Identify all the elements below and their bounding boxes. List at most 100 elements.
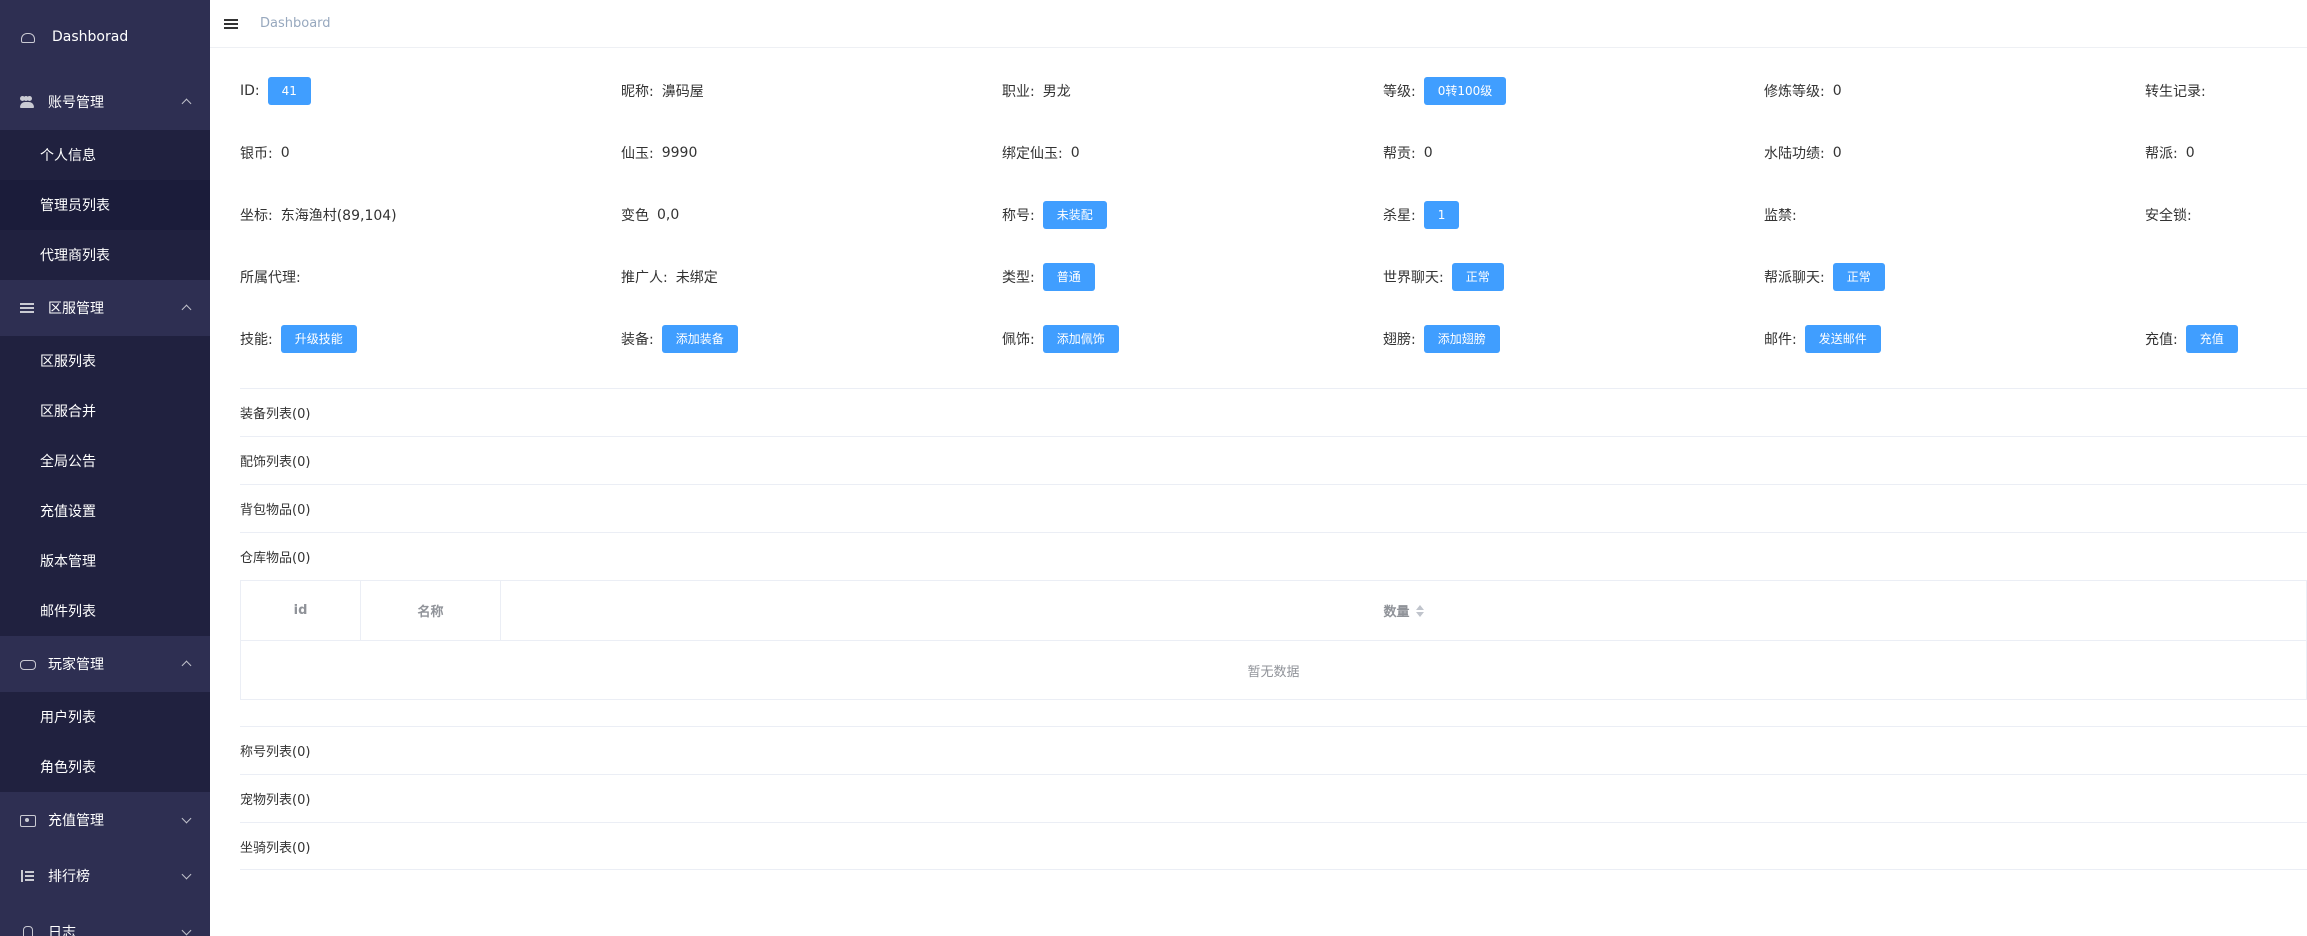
id-badge[interactable]: 41: [267, 77, 311, 105]
section-mount-list[interactable]: 坐骑列表(0): [240, 822, 2307, 870]
breadcrumb[interactable]: Dashboard: [260, 16, 331, 31]
info-mail: 邮件: 发送邮件: [1764, 325, 2145, 353]
info-value: 0: [1832, 83, 1842, 99]
level-button[interactable]: 0转100级: [1423, 77, 1507, 105]
item-sections: 装备列表(0) 配饰列表(0) 背包物品(0) 仓库物品(0) id 名称 数量…: [240, 388, 2307, 870]
info-label: 所属代理:: [240, 270, 301, 286]
sidebar-item-version[interactable]: 版本管理: [0, 536, 210, 586]
sidebar-item-server-merge[interactable]: 区服合并: [0, 386, 210, 436]
info-level: 等级: 0转100级: [1383, 77, 1764, 105]
section-accessory-list[interactable]: 配饰列表(0): [240, 436, 2307, 484]
info-value: 0: [1070, 145, 1080, 161]
sidebar-item-mail-list[interactable]: 邮件列表: [0, 586, 210, 636]
sidebar-item-label: 充值设置: [40, 504, 96, 520]
info-title: 称号: 未装配: [1002, 201, 1383, 229]
info-recharge: 充值: 充值: [2145, 325, 2307, 353]
sidebar-item-role-list[interactable]: 角色列表: [0, 742, 210, 792]
sidebar-item-profile[interactable]: 个人信息: [0, 130, 210, 180]
sidebar-item-user-list[interactable]: 用户列表: [0, 692, 210, 742]
info-label: 水陆功绩:: [1764, 146, 1825, 162]
info-id: ID: 41: [240, 77, 621, 105]
section-pet-list[interactable]: 宠物列表(0): [240, 774, 2307, 822]
info-silver: 银币: 0: [240, 143, 621, 163]
sidebar-submenu-server: 区服列表 区服合并 全局公告 充值设置 版本管理 邮件列表: [0, 336, 210, 636]
info-agent: 所属代理:: [240, 267, 621, 287]
add-wing-button[interactable]: 添加翅膀: [1423, 325, 1500, 353]
section-warehouse-items[interactable]: 仓库物品(0): [240, 532, 2307, 580]
info-label: 装备:: [621, 332, 654, 348]
topbar: Dashboard: [210, 0, 2307, 48]
recharge-button[interactable]: 充值: [2185, 325, 2238, 353]
sidebar-item-agent-list[interactable]: 代理商列表: [0, 230, 210, 280]
chevron-up-icon: [182, 303, 192, 313]
sidebar-group-label: 日志: [48, 925, 76, 936]
world-chat-button[interactable]: 正常: [1451, 263, 1504, 291]
info-label: 类型:: [1002, 270, 1035, 286]
money-icon: [20, 813, 36, 827]
column-header-quantity[interactable]: 数量: [501, 581, 2306, 640]
kill-star-button[interactable]: 1: [1423, 201, 1460, 229]
info-row: 技能: 升级技能 装备: 添加装备 佩饰: 添加佩饰 翅膀: 添加翅膀 邮件:: [240, 308, 2307, 370]
sidebar-group-player[interactable]: 玩家管理: [0, 636, 210, 692]
add-accessory-button[interactable]: 添加佩饰: [1042, 325, 1119, 353]
info-nickname: 昵称: 濞码屋: [621, 81, 1002, 101]
info-faction-chat: 帮派聊天: 正常: [1764, 263, 2145, 291]
sidebar-submenu-player: 用户列表 角色列表: [0, 692, 210, 792]
sidebar-group-label: 账号管理: [48, 95, 104, 111]
chevron-down-icon: [182, 871, 192, 881]
chevron-down-icon: [182, 815, 192, 825]
info-label: 充值:: [2145, 332, 2178, 348]
info-skill: 技能: 升级技能: [240, 325, 621, 353]
section-bag-items[interactable]: 背包物品(0): [240, 484, 2307, 532]
sidebar-item-label: 全局公告: [40, 454, 96, 470]
info-wing: 翅膀: 添加翅膀: [1383, 325, 1764, 353]
section-title-list[interactable]: 称号列表(0): [240, 726, 2307, 774]
info-label: 邮件:: [1764, 332, 1797, 348]
sidebar-group-recharge[interactable]: 充值管理: [0, 792, 210, 848]
info-value: 濞码屋: [661, 84, 704, 100]
info-label: 称号:: [1002, 208, 1035, 224]
title-button[interactable]: 未装配: [1042, 201, 1107, 229]
info-value: 0: [1423, 145, 1433, 161]
faction-chat-button[interactable]: 正常: [1832, 263, 1885, 291]
info-label: 变色: [621, 208, 649, 224]
table-header: id 名称 数量: [241, 581, 2306, 641]
sidebar: Dashborad 账号管理 个人信息 管理员列表 代理商列表 区服管理 区服列…: [0, 0, 210, 936]
sidebar-group-rank[interactable]: 排行榜: [0, 848, 210, 904]
sort-icon[interactable]: [1415, 604, 1424, 617]
info-label: 银币:: [240, 146, 273, 162]
sidebar-item-server-list[interactable]: 区服列表: [0, 336, 210, 386]
info-reborn: 转生记录:: [2145, 81, 2307, 101]
info-label: 昵称:: [621, 84, 654, 100]
sidebar-item-label: 个人信息: [40, 148, 96, 164]
section-equip-list[interactable]: 装备列表(0): [240, 388, 2307, 436]
sidebar-group-log[interactable]: 日志: [0, 904, 210, 936]
sidebar-item-dashboard[interactable]: Dashborad: [0, 0, 210, 74]
info-label: 仙玉:: [621, 146, 654, 162]
sidebar-item-global-notice[interactable]: 全局公告: [0, 436, 210, 486]
hamburger-icon[interactable]: [224, 18, 238, 30]
app-root: Dashborad 账号管理 个人信息 管理员列表 代理商列表 区服管理 区服列…: [0, 0, 2307, 936]
info-referrer: 推广人: 未绑定: [621, 267, 1002, 287]
sidebar-group-account[interactable]: 账号管理: [0, 74, 210, 130]
add-equip-button[interactable]: 添加装备: [661, 325, 738, 353]
info-value: 未绑定: [675, 270, 718, 286]
type-button[interactable]: 普通: [1042, 263, 1095, 291]
info-coord: 坐标: 东海渔村(89,104): [240, 205, 621, 225]
send-mail-button[interactable]: 发送邮件: [1804, 325, 1881, 353]
upgrade-skill-button[interactable]: 升级技能: [280, 325, 357, 353]
info-label: 等级:: [1383, 84, 1416, 100]
info-contribution: 帮贡: 0: [1383, 143, 1764, 163]
info-kill-star: 杀星: 1: [1383, 201, 1764, 229]
info-job: 职业: 男龙: [1002, 81, 1383, 101]
info-label: 世界聊天:: [1383, 270, 1444, 286]
info-label: 翅膀:: [1383, 332, 1416, 348]
sidebar-item-recharge-settings[interactable]: 充值设置: [0, 486, 210, 536]
sidebar-group-server[interactable]: 区服管理: [0, 280, 210, 336]
info-type: 类型: 普通: [1002, 263, 1383, 291]
dashboard-icon: [20, 30, 35, 44]
sidebar-item-label: Dashborad: [52, 29, 129, 45]
sidebar-item-admin-list[interactable]: 管理员列表: [0, 180, 210, 230]
info-world-chat: 世界聊天: 正常: [1383, 263, 1764, 291]
info-value: 0: [280, 145, 290, 161]
